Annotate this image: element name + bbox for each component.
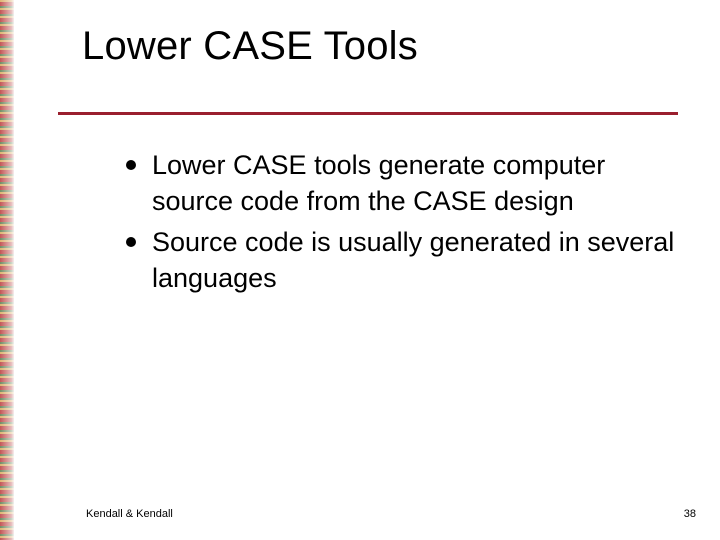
bullet-dot-icon	[126, 160, 136, 170]
slide-title: Lower CASE Tools	[82, 24, 418, 69]
title-underline-rule	[58, 112, 678, 115]
decorative-edge-strip	[0, 0, 14, 540]
footer-author: Kendall & Kendall	[86, 508, 173, 520]
footer-page-number: 38	[684, 508, 696, 520]
bullet-list: Lower CASE tools generate computer sourc…	[126, 148, 686, 303]
list-item-text: Lower CASE tools generate computer sourc…	[152, 150, 605, 216]
slide: Lower CASE Tools Lower CASE tools genera…	[14, 0, 720, 540]
list-item: Source code is usually generated in seve…	[126, 225, 686, 296]
bullet-dot-icon	[126, 237, 136, 247]
list-item: Lower CASE tools generate computer sourc…	[126, 148, 686, 219]
list-item-text: Source code is usually generated in seve…	[152, 227, 674, 293]
